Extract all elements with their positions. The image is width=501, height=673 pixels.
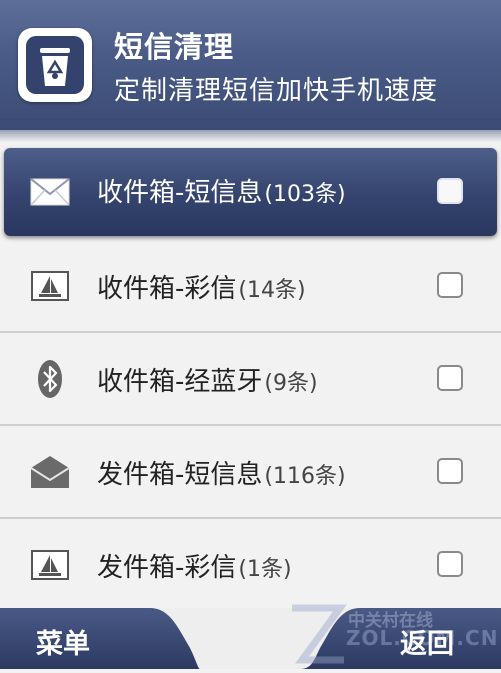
envelope-icon [28, 170, 72, 214]
header-shadow [0, 118, 501, 142]
list-item-label: 发件箱-短信息(116条) [97, 460, 346, 490]
select-checkbox[interactable] [437, 272, 463, 298]
list-item-label: 收件箱-短信息(103条) [97, 178, 346, 208]
select-checkbox[interactable] [437, 458, 463, 484]
message-count: (116条) [264, 464, 346, 489]
menu-button[interactable]: 菜单 [36, 622, 90, 661]
mms-picture-icon [28, 264, 72, 308]
list-item-label: 收件箱-彩信(14条) [97, 274, 306, 304]
envelope-icon [28, 450, 72, 494]
message-count: (1条) [238, 557, 292, 582]
message-count: (9条) [264, 371, 318, 396]
list-item-label: 发件箱-彩信(1条) [97, 553, 292, 583]
select-checkbox[interactable] [437, 178, 463, 204]
mms-picture-icon [28, 543, 72, 587]
message-count: (14条) [238, 278, 306, 303]
list-item-label: 收件箱-经蓝牙(9条) [97, 367, 318, 397]
recycle-bin-icon [18, 28, 92, 102]
list-item-inbox-bluetooth[interactable]: 收件箱-经蓝牙(9条) [0, 333, 501, 426]
list-item-inbox-mms[interactable]: 收件箱-彩信(14条) [0, 240, 501, 333]
message-count: (103条) [264, 182, 346, 207]
bluetooth-icon [28, 357, 72, 401]
select-checkbox[interactable] [437, 551, 463, 577]
message-folder-list: 收件箱-短信息(103条) 收件箱-彩信(14条) 收件箱-经蓝牙(9条) 发件… [0, 148, 501, 612]
list-item-outbox-sms[interactable]: 发件箱-短信息(116条) [0, 426, 501, 519]
select-checkbox[interactable] [437, 365, 463, 391]
page-subtitle: 定制清理短信加快手机速度 [114, 76, 439, 106]
app-header: 短信清理 定制清理短信加快手机速度 [0, 0, 501, 130]
softkey-left-background [0, 608, 200, 669]
page-title: 短信清理 [114, 30, 235, 64]
list-item-inbox-sms[interactable]: 收件箱-短信息(103条) [4, 148, 497, 236]
back-button[interactable]: 返回 [400, 622, 454, 661]
list-item-outbox-mms[interactable]: 发件箱-彩信(1条) [0, 519, 501, 612]
